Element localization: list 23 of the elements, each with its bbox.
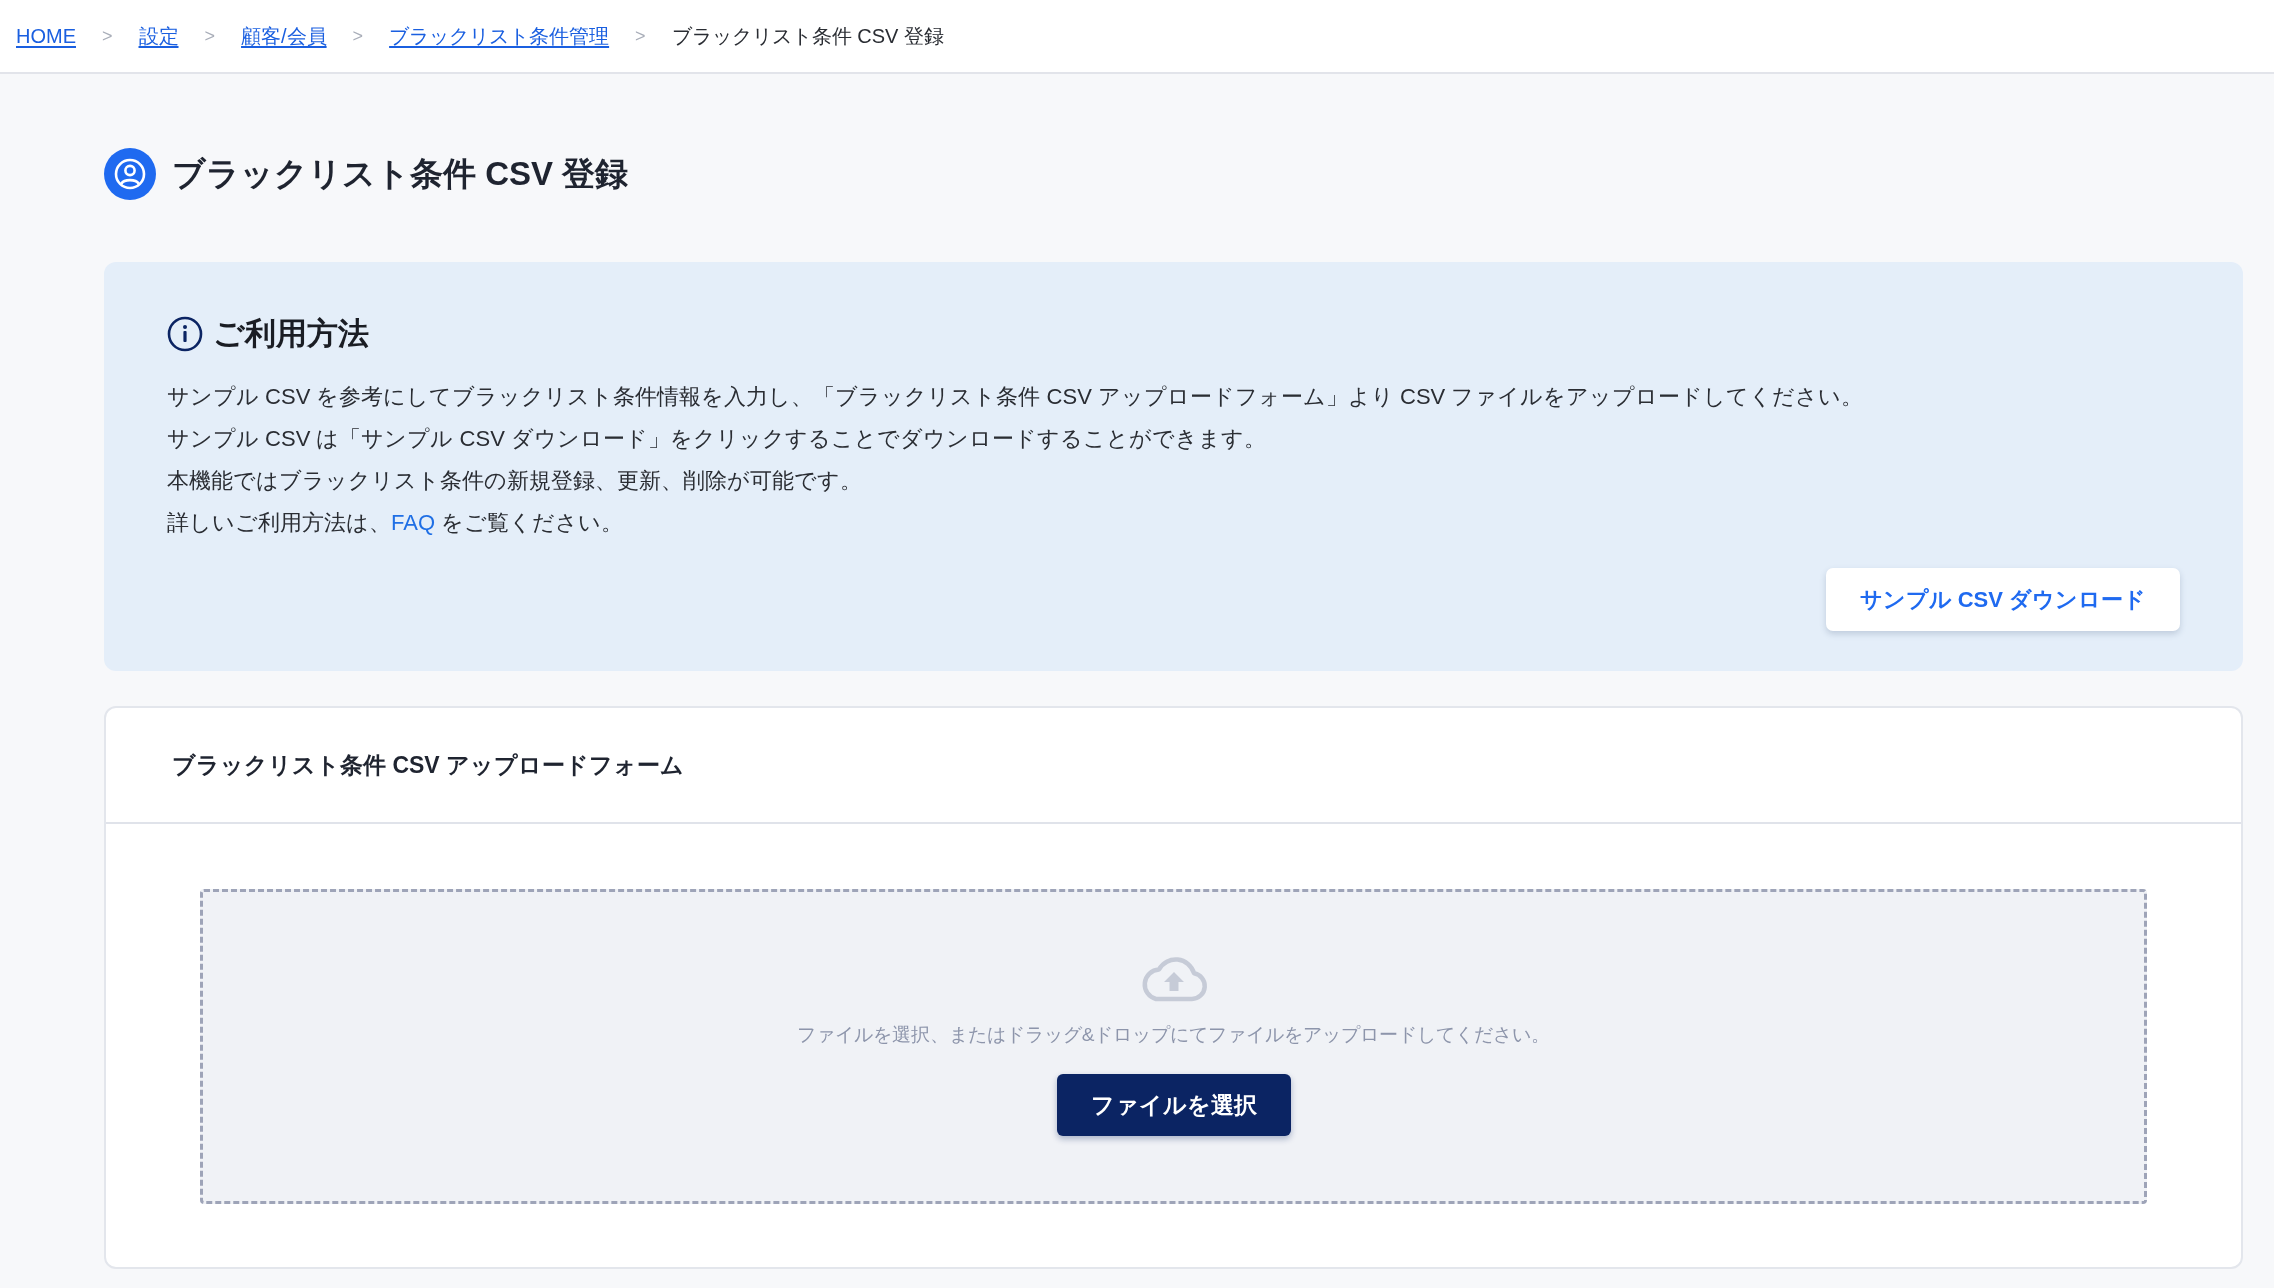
sample-csv-download-button[interactable]: サンプル CSV ダウンロード bbox=[1825, 568, 2180, 631]
user-circle-icon bbox=[104, 148, 156, 200]
choose-file-button[interactable]: ファイルを選択 bbox=[1056, 1074, 1291, 1136]
page-title: ブラックリスト条件 CSV 登録 bbox=[172, 153, 629, 194]
usage-heading: ご利用方法 bbox=[213, 315, 369, 353]
upload-form-title: ブラックリスト条件 CSV アップロードフォーム bbox=[172, 750, 685, 780]
drop-hint-text: ファイルを選択、またはドラッグ&ドロップにてファイルをアップロードしてください。 bbox=[796, 1023, 1551, 1047]
breadcrumb-separator: > bbox=[102, 25, 113, 47]
breadcrumb-link[interactable]: 顧客/会員 bbox=[241, 22, 327, 50]
breadcrumb-link[interactable]: ブラックリスト条件管理 bbox=[389, 22, 610, 50]
breadcrumb-separator: > bbox=[204, 25, 216, 47]
faq-link[interactable]: FAQ bbox=[391, 510, 435, 535]
breadcrumb-separator: > bbox=[635, 25, 646, 47]
info-icon bbox=[167, 316, 203, 352]
breadcrumb-separator: > bbox=[352, 25, 364, 47]
file-drop-zone[interactable]: ファイルを選択、またはドラッグ&ドロップにてファイルをアップロードしてください。 ファイルを選択 bbox=[200, 889, 2147, 1204]
usage-text: 詳しいご利用方法は、FAQ をご覧ください。 bbox=[167, 509, 625, 537]
usage-text: 本機能ではブラックリスト条件の新規登録、更新、削除が可能です。 bbox=[167, 467, 863, 495]
breadcrumb-link[interactable]: 設定 bbox=[138, 22, 179, 50]
breadcrumb-link[interactable]: HOME bbox=[16, 24, 76, 48]
breadcrumb-current: ブラックリスト条件 CSV 登録 bbox=[671, 23, 944, 49]
usage-text: サンプル CSV を参考にしてブラックリスト条件情報を入力し、「ブラックリスト条件 CSV アップロードフォーム」より CSV ファイルをアップロードしてください。 bbox=[167, 383, 1865, 411]
usage-text: サンプル CSV は「サンプル CSV ダウンロード」をクリックすることでダウンロードすることができます。 bbox=[167, 425, 1267, 453]
